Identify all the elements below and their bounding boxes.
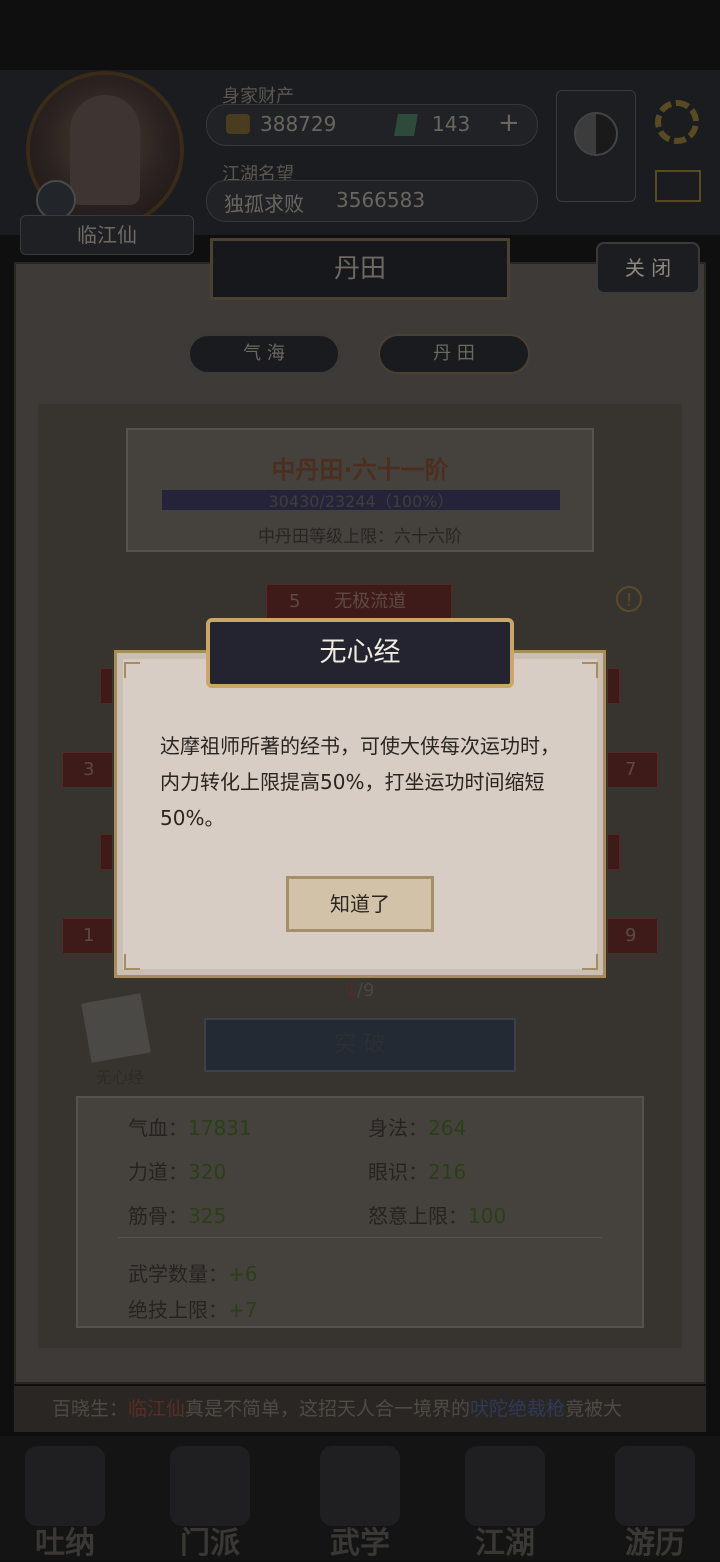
meridian-node-3[interactable]: 3 bbox=[62, 752, 122, 788]
dantian-progress-text: 30430/23244（100%） bbox=[268, 492, 454, 511]
meridian-node-9[interactable]: 9 bbox=[600, 918, 658, 954]
travel-icon bbox=[615, 1446, 695, 1526]
stats-divider bbox=[118, 1237, 602, 1238]
nav-travel[interactable]: 游历 bbox=[600, 1440, 710, 1561]
level-badge bbox=[36, 180, 76, 220]
dantian-level-title: 中丹田·六十一阶 bbox=[271, 456, 449, 484]
scripture-label: 无心经 bbox=[95, 1068, 144, 1087]
nav-label: 门派 bbox=[180, 1526, 240, 1561]
avatar-portrait bbox=[70, 95, 140, 205]
taiji-icon bbox=[574, 112, 618, 156]
meridian-node-1[interactable]: 1 bbox=[62, 918, 122, 954]
ticker-prefix: 百晓生： bbox=[52, 1398, 129, 1420]
stat-value: 216 bbox=[428, 1160, 467, 1184]
stat-row: 怒意上限：100 bbox=[368, 1200, 506, 1229]
gem-amount: 143 bbox=[432, 112, 471, 136]
nav-martial[interactable]: 武学 bbox=[305, 1440, 415, 1561]
tab-qihai[interactable]: 气 海 bbox=[188, 334, 340, 374]
stat-row: 力道：320 bbox=[128, 1156, 226, 1185]
close-button[interactable]: 关 闭 bbox=[596, 242, 700, 294]
stat-label: 气血： bbox=[128, 1116, 188, 1140]
ticker-skill: 吠陀绝裁枪 bbox=[470, 1398, 566, 1420]
ticker-middle: 真是不简单，这招天人合一境界的 bbox=[185, 1398, 471, 1420]
reputation-title: 独孤求败 bbox=[224, 192, 304, 216]
stat-label: 筋骨： bbox=[128, 1204, 188, 1228]
page-current: 1 bbox=[345, 980, 357, 1001]
sect-icon bbox=[170, 1446, 250, 1526]
stat-value: +7 bbox=[228, 1298, 258, 1322]
panel-title: 丹田 bbox=[210, 238, 510, 300]
coin-amount: 388729 bbox=[260, 112, 337, 136]
stat-row: 眼识：216 bbox=[368, 1156, 466, 1185]
dantian-limit-text: 中丹田等级上限：六十六阶 bbox=[258, 527, 462, 547]
page-indicator: 1/9 bbox=[330, 980, 390, 1001]
nav-label: 江湖 bbox=[475, 1526, 535, 1561]
nav-tuna[interactable]: 吐纳 bbox=[10, 1440, 120, 1561]
stat-value: 320 bbox=[188, 1160, 227, 1184]
stat-value: 325 bbox=[188, 1204, 227, 1228]
node-number: 7 bbox=[625, 759, 637, 780]
nav-sect[interactable]: 门派 bbox=[155, 1440, 265, 1561]
dialog-corner-ornament bbox=[582, 954, 598, 970]
node-number: 1 bbox=[83, 925, 95, 946]
skill-cap-row: 绝技上限：+7 bbox=[128, 1294, 257, 1323]
tab-dantian[interactable]: 丹 田 bbox=[378, 334, 530, 374]
tuna-icon bbox=[25, 1446, 105, 1526]
stat-row: 筋骨：325 bbox=[128, 1200, 226, 1229]
dialog-corner-ornament bbox=[582, 662, 598, 678]
dialog-title: 无心经 bbox=[206, 618, 514, 688]
stat-value: 17831 bbox=[188, 1116, 252, 1140]
jade-icon bbox=[394, 114, 418, 136]
nav-label: 游历 bbox=[625, 1526, 685, 1561]
stat-row: 身法：264 bbox=[368, 1112, 466, 1141]
page-total: /9 bbox=[356, 980, 375, 1001]
jianghu-icon bbox=[465, 1446, 545, 1526]
scripture-book-icon[interactable] bbox=[81, 993, 151, 1063]
player-name: 临江仙 bbox=[20, 215, 194, 255]
stat-row: 气血：17831 bbox=[128, 1112, 252, 1141]
gear-icon[interactable] bbox=[655, 100, 699, 144]
currency-pill bbox=[206, 104, 538, 146]
mail-icon[interactable] bbox=[655, 170, 701, 202]
news-ticker: 百晓生：临江仙真是不简单，这招天人合一境界的吠陀绝裁枪竟被大 bbox=[14, 1386, 706, 1432]
node-number: 5 bbox=[289, 591, 301, 612]
nav-label: 吐纳 bbox=[35, 1526, 95, 1561]
breakthrough-button[interactable]: 突 破 bbox=[204, 1018, 516, 1072]
martial-count-row: 武学数量：+6 bbox=[128, 1258, 257, 1287]
stat-label: 身法： bbox=[368, 1116, 428, 1140]
add-currency-button[interactable]: + bbox=[498, 108, 520, 138]
stat-label: 武学数量： bbox=[128, 1262, 228, 1286]
stat-value: +6 bbox=[228, 1262, 258, 1286]
node-number: 9 bbox=[625, 925, 637, 946]
meridian-node-7[interactable]: 7 bbox=[600, 752, 658, 788]
dialog-corner-ornament bbox=[124, 662, 140, 678]
ticker-suffix: 竟被大 bbox=[565, 1398, 623, 1420]
coin-icon bbox=[226, 114, 250, 134]
nav-jianghu[interactable]: 江湖 bbox=[450, 1440, 560, 1561]
meridian-node-top[interactable]: 5 无极流道 bbox=[266, 584, 452, 620]
node-number: 3 bbox=[83, 759, 95, 780]
stat-label: 绝技上限： bbox=[128, 1298, 228, 1322]
stat-label: 怒意上限： bbox=[368, 1204, 468, 1228]
warning-icon[interactable]: ! bbox=[616, 586, 642, 612]
nav-label: 武学 bbox=[330, 1526, 390, 1561]
stat-label: 眼识： bbox=[368, 1160, 428, 1184]
martial-icon bbox=[320, 1446, 400, 1526]
stat-value: 264 bbox=[428, 1116, 467, 1140]
ticker-player-name: 临江仙 bbox=[128, 1398, 186, 1420]
dialog-description: 达摩祖师所著的经书，可使大侠每次运功时，内力转化上限提高50%，打坐运功时间缩短… bbox=[160, 734, 560, 830]
got-it-button[interactable]: 知道了 bbox=[286, 876, 434, 932]
dialog-corner-ornament bbox=[124, 954, 140, 970]
stat-value: 100 bbox=[468, 1204, 507, 1228]
stat-label: 力道： bbox=[128, 1160, 188, 1184]
node-name: 无极流道 bbox=[334, 591, 407, 612]
reputation-value: 3566583 bbox=[336, 188, 426, 212]
